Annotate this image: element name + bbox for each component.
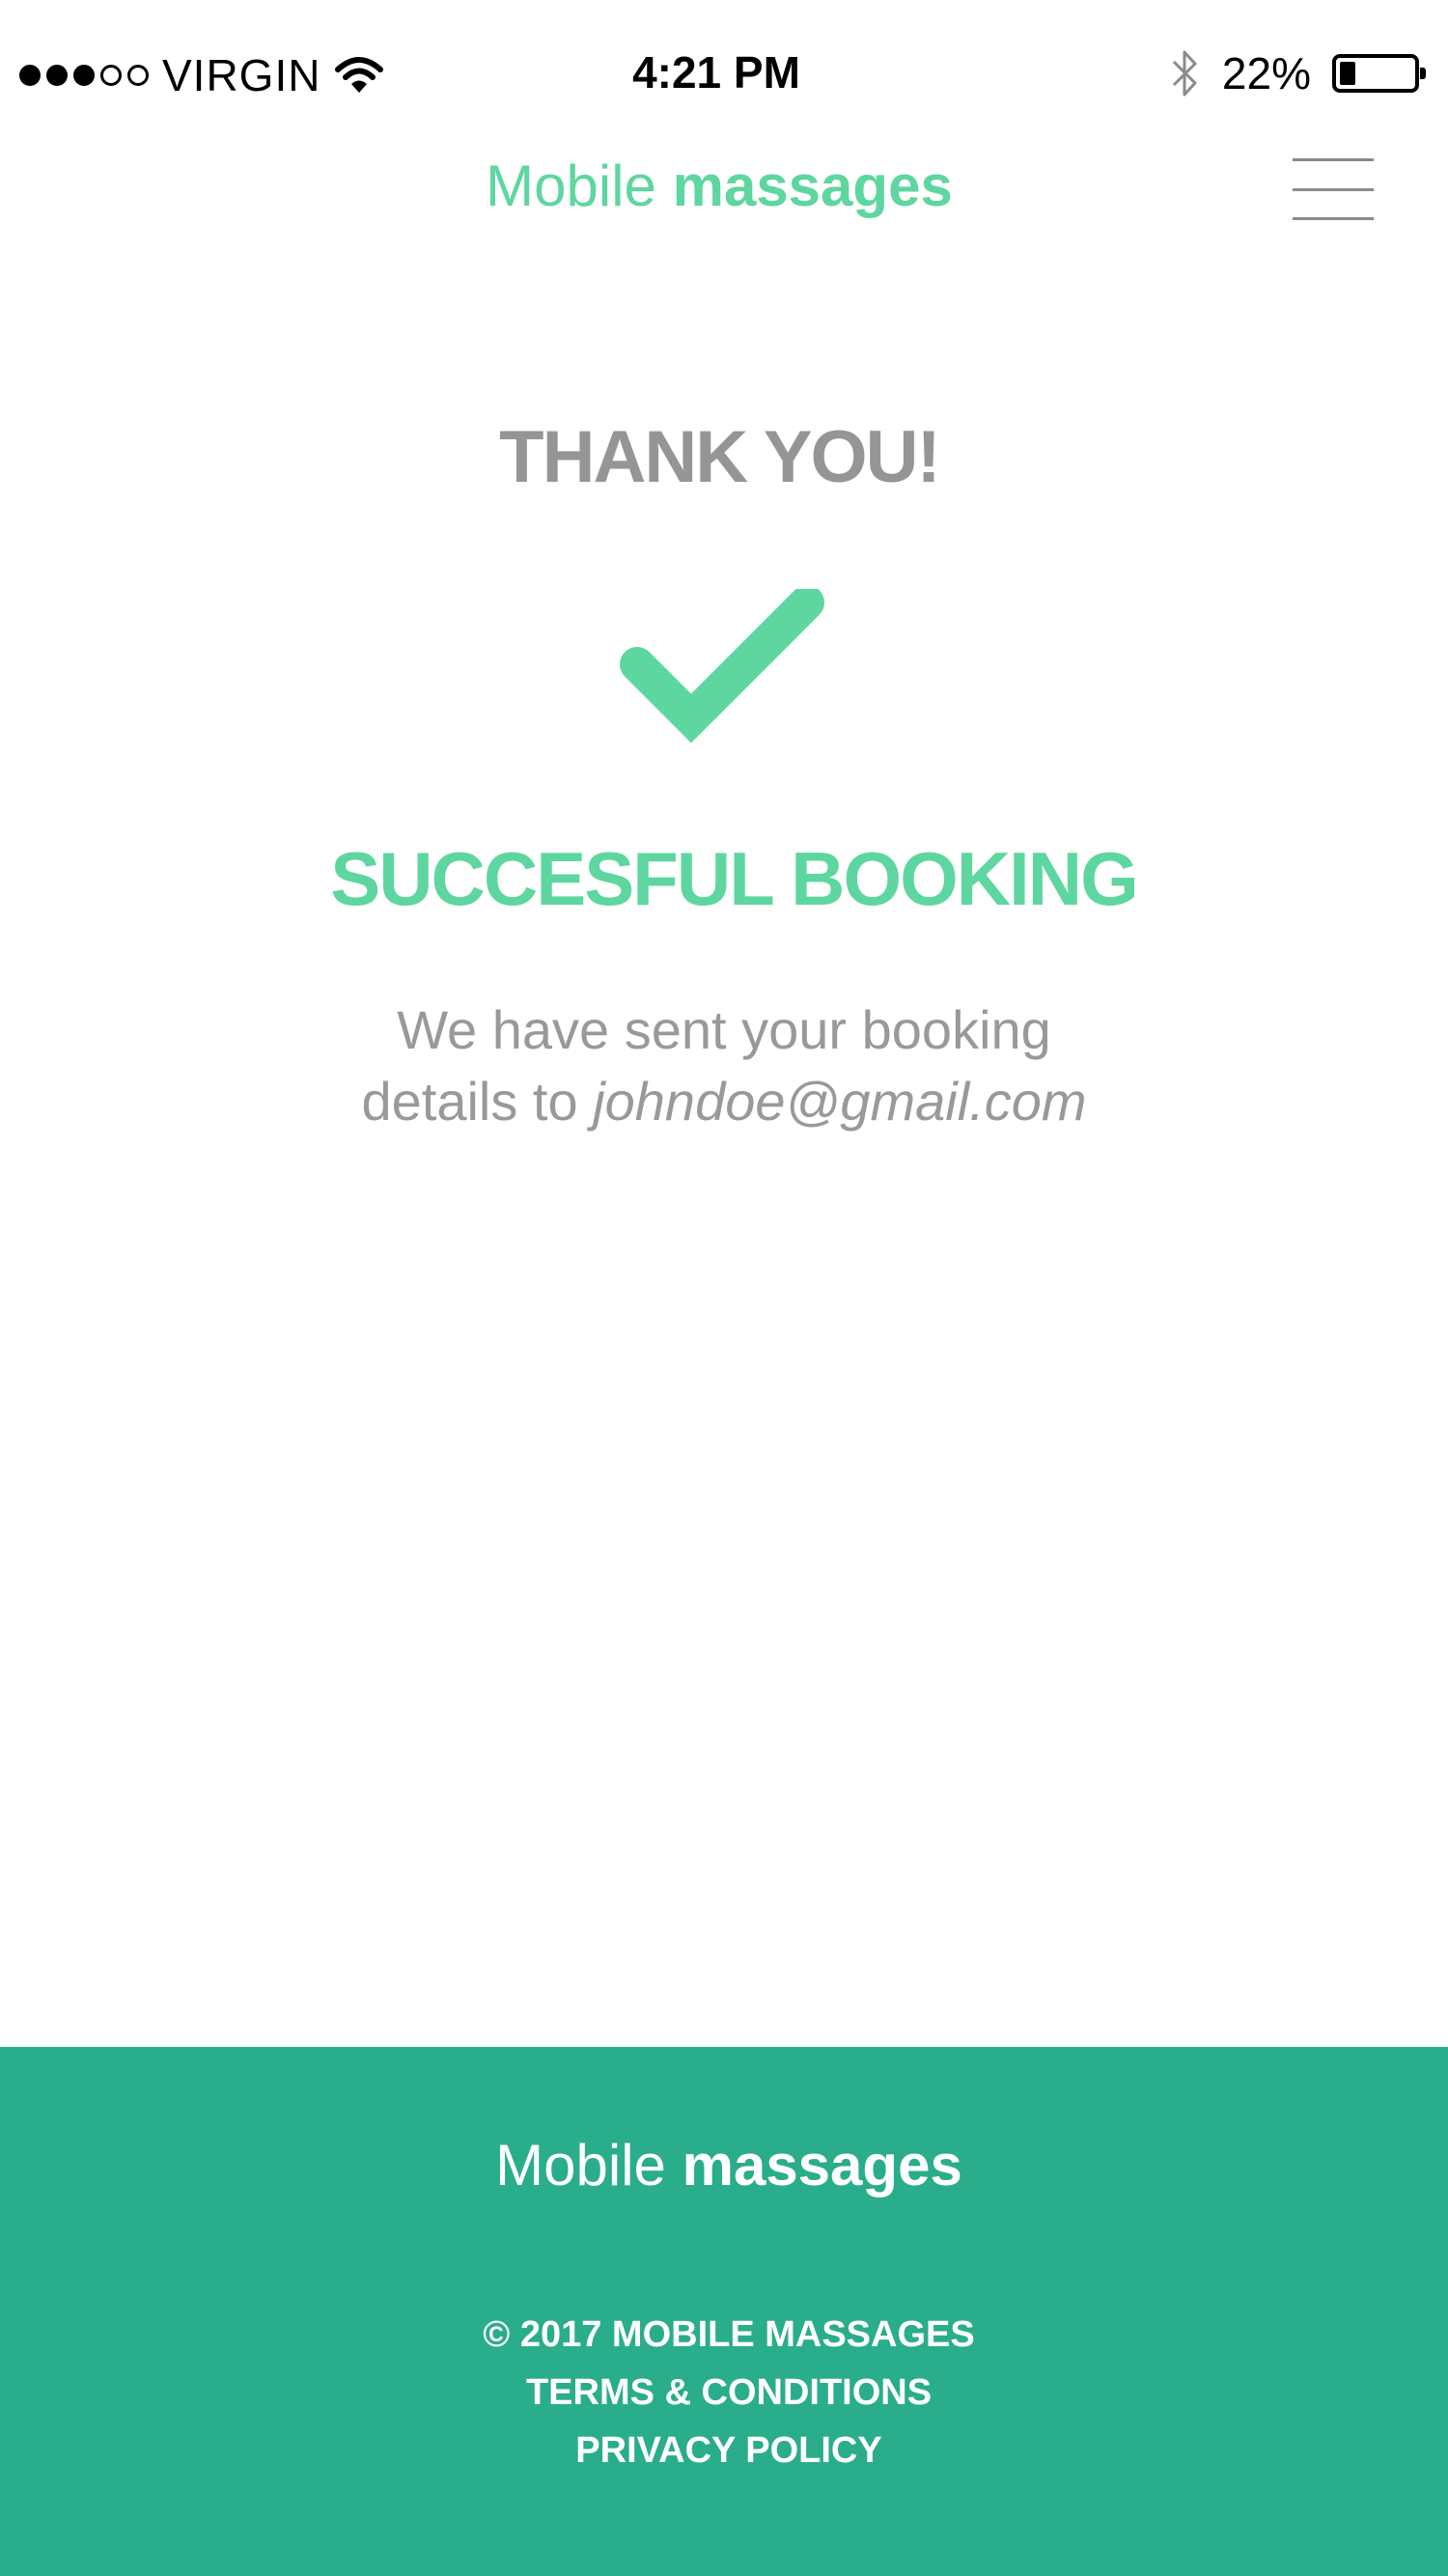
thank-you-heading: THANK YOU! [499, 416, 941, 498]
email-address: johndoe@gmail.com [593, 1071, 1087, 1132]
checkmark-icon [620, 589, 824, 743]
brand-bold-text: massages [672, 154, 953, 218]
menu-line [1293, 217, 1374, 220]
brand-light-text: Mobile [486, 154, 656, 218]
copyright-text: © 2017 MOBILE MASSAGES [483, 2314, 975, 2355]
battery-icon [1332, 54, 1426, 93]
footer-brand-bold-text: massages [682, 2133, 962, 2198]
bluetooth-icon [1172, 50, 1197, 97]
footer-links: © 2017 MOBILE MASSAGES TERMS & CONDITION… [0, 2306, 1448, 2479]
confirmation-content: THANK YOU! SUCCESFUL BOOKING We have sen… [0, 415, 1448, 1132]
message-line-1: We have sent your booking [397, 999, 1051, 1060]
status-bar: VIRGIN 4:21 PM 22% [0, 0, 1448, 145]
terms-link[interactable]: TERMS & CONDITIONS [0, 2364, 1448, 2422]
menu-line [1293, 158, 1374, 161]
footer: Mobile massages © 2017 MOBILE MASSAGES T… [0, 2047, 1448, 2576]
hamburger-menu-icon[interactable] [1289, 153, 1378, 226]
battery-percentage: 22% [1221, 48, 1311, 98]
battery-fill [1340, 62, 1355, 85]
brand-logo[interactable]: Mobile massages [0, 153, 1438, 219]
footer-brand-light-text: Mobile [495, 2133, 666, 2198]
battery-cap [1420, 68, 1426, 79]
status-right: 22% [1170, 42, 1426, 104]
app-header: Mobile massages [0, 145, 1448, 261]
footer-brand-logo[interactable]: Mobile massages [0, 2132, 1448, 2198]
confirmation-message: We have sent your booking details to joh… [0, 994, 1448, 1137]
message-prefix: details to [361, 1071, 578, 1132]
message-line-2: details to johndoe@gmail.com [0, 1066, 1448, 1137]
privacy-link[interactable]: PRIVACY POLICY [0, 2422, 1448, 2479]
booking-status: SUCCESFUL BOOKING [330, 836, 1139, 921]
menu-line [1293, 187, 1374, 191]
